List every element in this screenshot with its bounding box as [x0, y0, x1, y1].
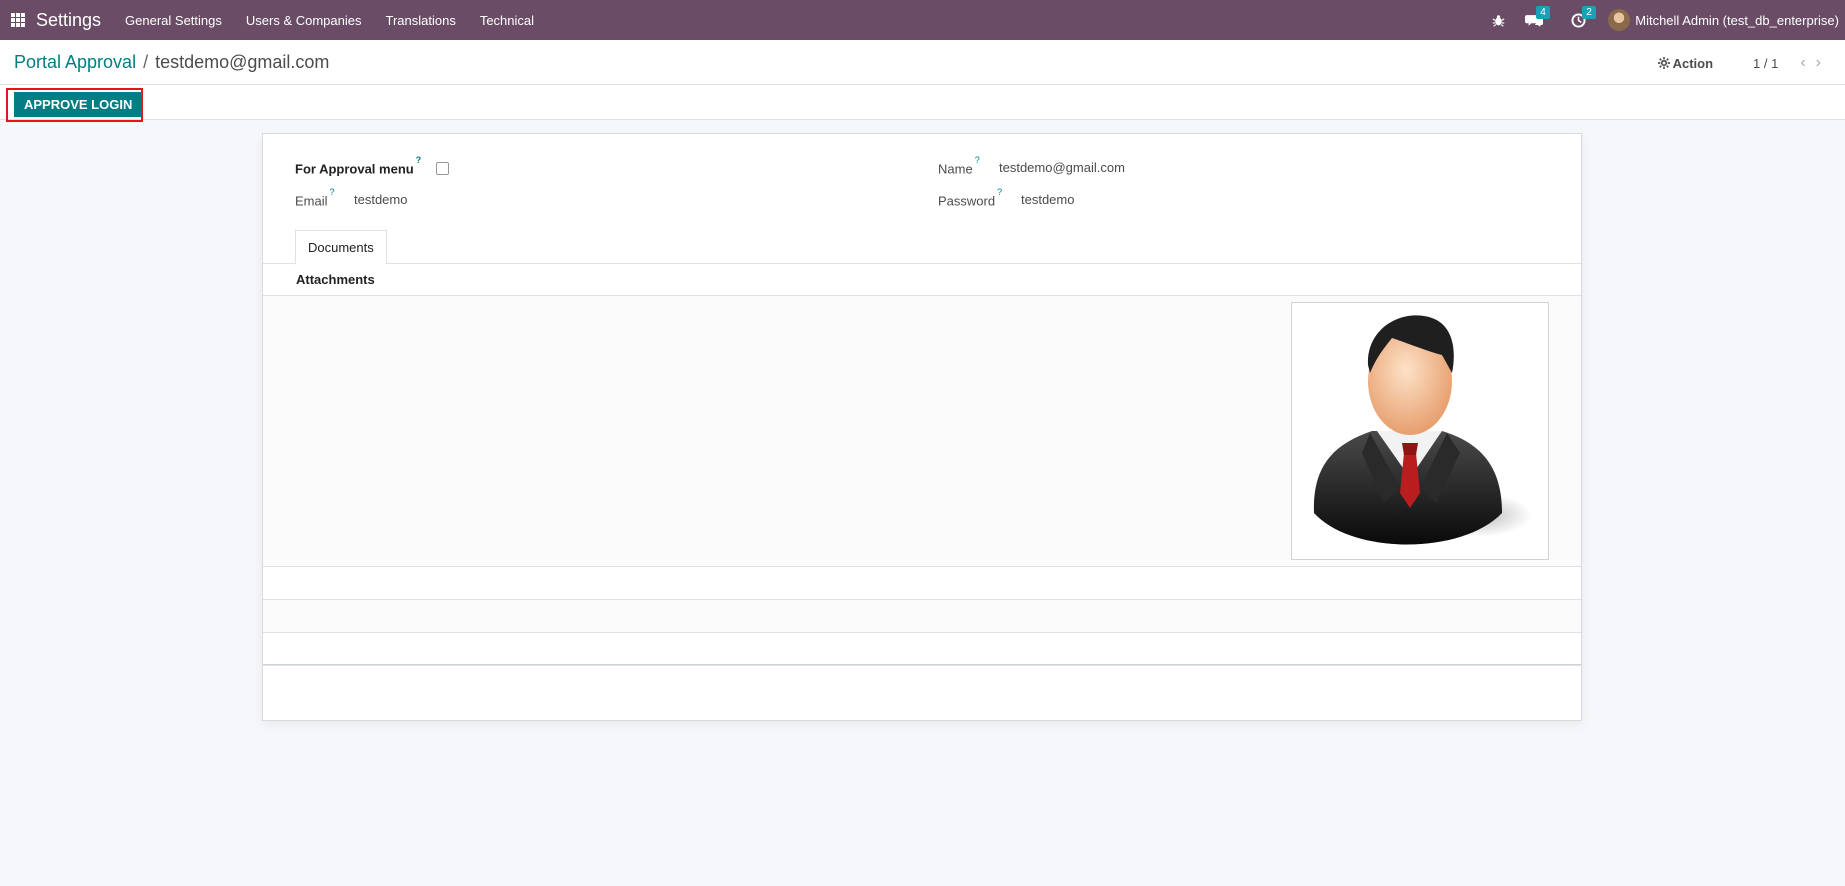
pager-next-icon[interactable]: ›	[1816, 54, 1821, 72]
top-navbar: Settings General Settings Users & Compan…	[0, 0, 1845, 40]
pager-previous-icon[interactable]: ‹	[1800, 54, 1805, 72]
for-approval-checkbox[interactable]	[436, 162, 449, 175]
tab-documents[interactable]: Documents	[295, 230, 387, 265]
approve-login-button[interactable]: APPROVE LOGIN	[14, 92, 143, 117]
gear-icon	[1657, 57, 1670, 69]
activities-clock-icon[interactable]: 2	[1571, 5, 1596, 28]
messages-chat-icon[interactable]: 4	[1525, 5, 1550, 28]
menu-technical[interactable]: Technical	[468, 13, 546, 28]
control-panel-right: Action 1 / 1 ‹ ›	[1657, 54, 1821, 72]
messages-count-badge: 4	[1536, 5, 1550, 19]
name-field[interactable]: testdemo@gmail.com	[999, 160, 1125, 175]
app-brand[interactable]: Settings	[36, 10, 101, 31]
pager-value[interactable]: 1 / 1	[1753, 56, 1778, 71]
email-label: Email?	[295, 187, 335, 209]
name-help-icon[interactable]: ?	[975, 155, 980, 165]
form-sheet: For Approval menu? Email? testdemo Name?…	[262, 133, 1582, 721]
breadcrumb-portal-approval[interactable]: Portal Approval	[14, 52, 136, 73]
user-avatar-image[interactable]	[1291, 302, 1549, 560]
breadcrumb-separator: /	[143, 52, 149, 72]
password-field[interactable]: testdemo	[1021, 192, 1074, 207]
menu-general-settings[interactable]: General Settings	[113, 13, 234, 28]
action-menu-button[interactable]: Action	[1657, 55, 1714, 71]
businessman-avatar-icon	[1313, 315, 1532, 545]
for-approval-menu-label: For Approval menu?	[295, 155, 422, 177]
breadcrumb-current-record: testdemo@gmail.com	[155, 52, 330, 72]
debug-bug-icon[interactable]	[1492, 14, 1505, 27]
name-label: Name?	[938, 155, 980, 177]
control-panel: Portal Approval / testdemo@gmail.com Act…	[0, 40, 1845, 122]
email-help-icon[interactable]: ?	[330, 187, 335, 197]
menu-users-companies[interactable]: Users & Companies	[234, 13, 374, 28]
apps-grid-icon[interactable]	[11, 13, 25, 27]
password-help-icon[interactable]: ?	[997, 187, 1002, 197]
empty-row	[263, 600, 1581, 633]
empty-row	[263, 567, 1581, 600]
notebook-tabs: Documents	[263, 230, 1581, 265]
user-avatar[interactable]	[1608, 9, 1631, 31]
empty-row	[263, 633, 1581, 666]
menu-translations[interactable]: Translations	[374, 13, 468, 28]
password-label: Password?	[938, 187, 1003, 209]
action-label: Action	[1672, 55, 1714, 71]
email-field[interactable]: testdemo	[354, 192, 407, 207]
status-bar	[0, 84, 1845, 120]
user-menu-name[interactable]: Mitchell Admin (test_db_enterprise)	[1635, 13, 1839, 28]
attachments-label: Attachments	[296, 272, 375, 287]
for-approval-help-icon[interactable]: ?	[416, 155, 422, 165]
breadcrumb: Portal Approval / testdemo@gmail.com	[14, 52, 329, 73]
activities-count-badge: 2	[1582, 5, 1596, 19]
navbar-systray: 4 2 Mitchell Admin (test_db_enterprise)	[1482, 0, 1845, 40]
sheet-divider	[263, 664, 1581, 665]
